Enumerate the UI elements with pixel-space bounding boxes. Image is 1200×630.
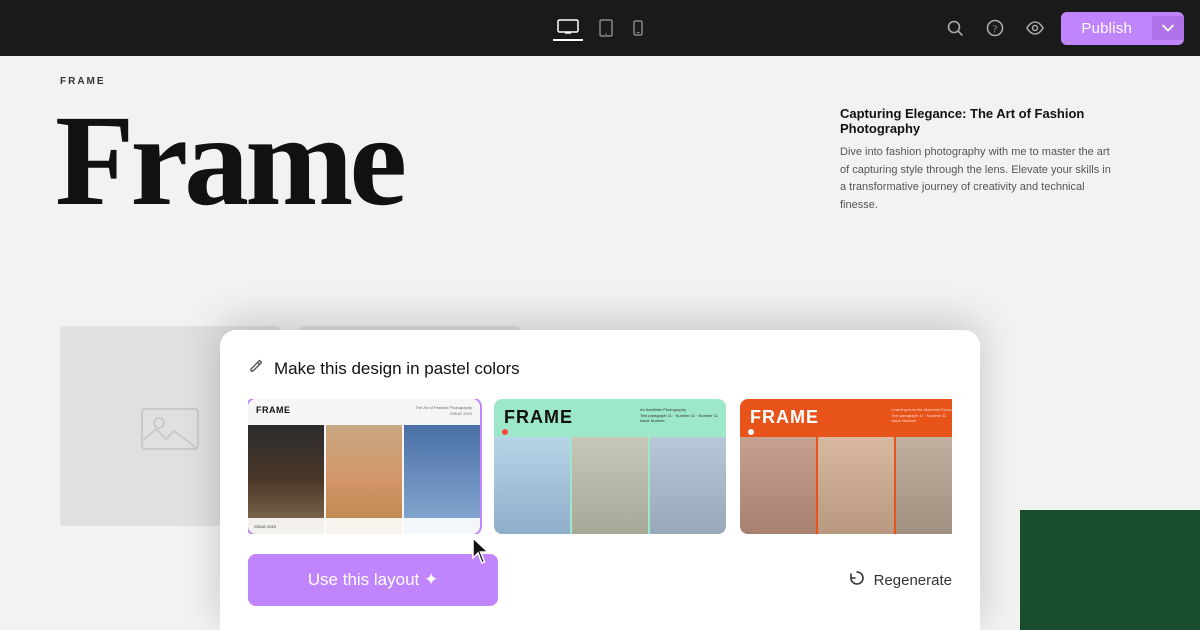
dark-green-background [1020,510,1200,630]
cursor [470,536,494,560]
side-content: Capturing Elegance: The Art of Fashion P… [840,106,1120,214]
use-layout-label: Use this layout ✦ [308,570,438,590]
regenerate-icon [848,569,866,592]
regenerate-button[interactable]: Regenerate [848,569,952,592]
layout-preview-1[interactable]: FRAME The Art of Fashion PhotographyISSU… [248,399,480,534]
side-content-text: Dive into fashion photography with me to… [840,144,1120,214]
publish-chevron-button[interactable] [1152,16,1184,40]
preview3-frame-text: FRAME [750,407,819,428]
frame-title: Frame [55,96,403,226]
device-switcher [553,15,647,41]
top-bar: ? Publish [0,0,1200,56]
main-area: FRAME Frame Capturing Elegance: The Art … [0,56,1200,630]
frame-label: FRAME [60,76,106,87]
help-icon[interactable]: ? [981,14,1009,42]
svg-text:?: ? [993,25,998,36]
device-desktop-button[interactable] [553,15,583,41]
modal-card: Make this design in pastel colors FRAME … [220,330,980,630]
preview2-frame-text: FRAME [504,407,573,428]
search-icon[interactable] [941,14,969,42]
top-bar-right: ? Publish [941,12,1184,45]
regenerate-label: Regenerate [874,572,952,589]
preview1-frame-text: FRAME [256,405,291,415]
publish-button[interactable]: Publish [1061,12,1152,45]
device-tablet-button[interactable] [595,15,617,41]
device-mobile-button[interactable] [629,16,647,40]
action-row: Use this layout ✦ Regenerate [248,554,952,630]
modal-title: Make this design in pastel colors [274,359,520,379]
layout-previews: FRAME The Art of Fashion PhotographyISSU… [248,399,952,534]
layout-preview-2[interactable]: FRAME An Aesthetic PhotographyText parag… [494,399,726,534]
layout-preview-3[interactable]: FRAME Learning from the Moments Encounte… [740,399,952,534]
use-layout-button[interactable]: Use this layout ✦ [248,554,498,606]
side-content-title: Capturing Elegance: The Art of Fashion P… [840,106,1120,136]
modal-header: Make this design in pastel colors [248,358,952,379]
preview-icon[interactable] [1021,14,1049,42]
publish-button-group: Publish [1061,12,1184,45]
pencil-icon [248,358,264,379]
